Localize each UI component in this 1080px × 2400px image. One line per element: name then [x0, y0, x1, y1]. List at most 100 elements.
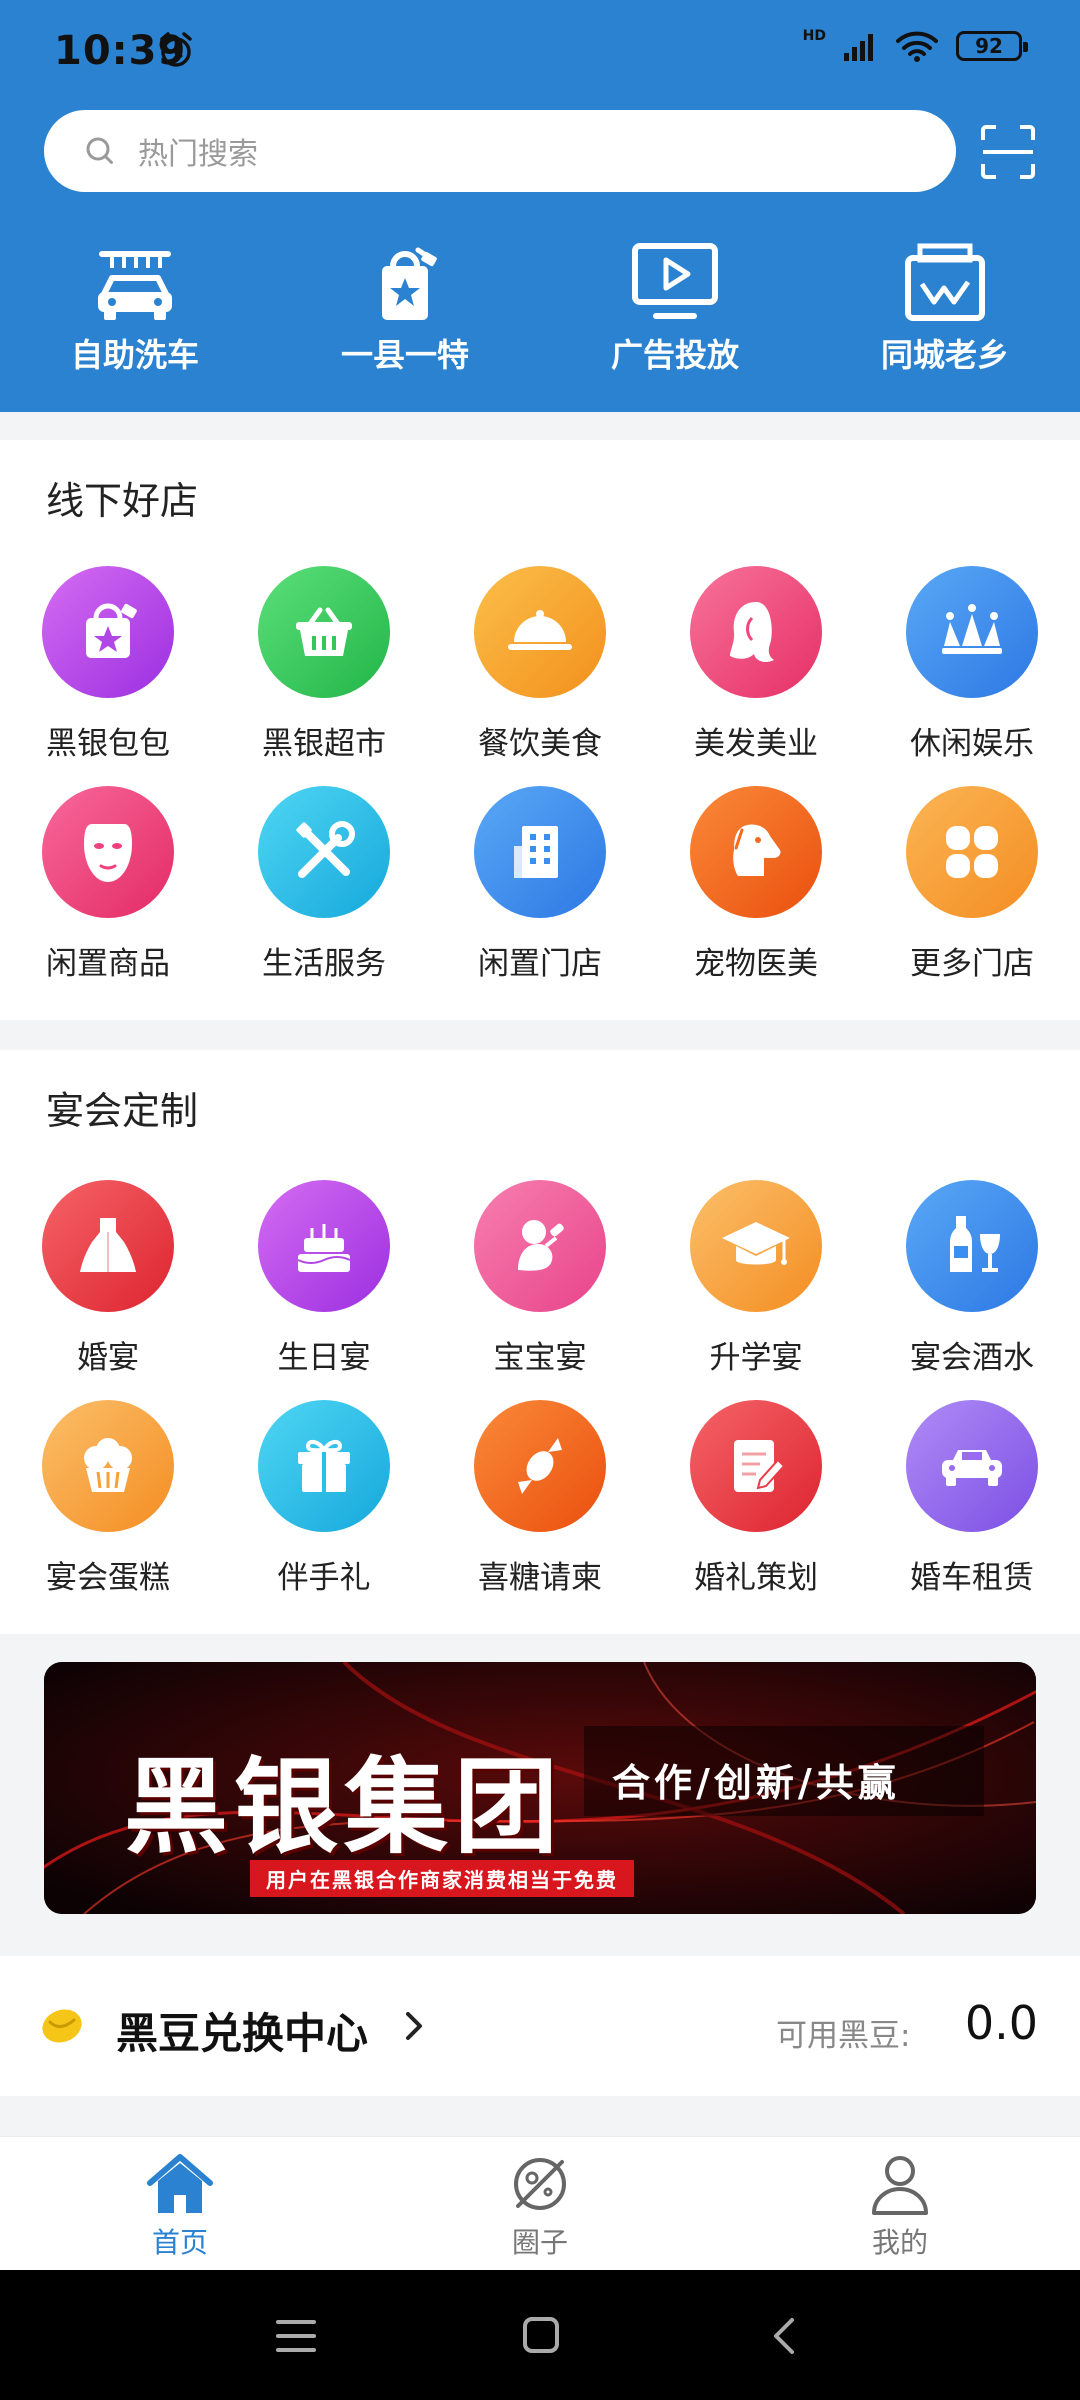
search-input[interactable]: 热门搜索	[44, 110, 956, 192]
food-cloche-icon	[474, 566, 606, 698]
store-category-supermarket[interactable]: 黑银超市	[216, 566, 432, 763]
tv-play-icon	[632, 243, 718, 319]
banner-title: 黑银集团	[124, 1745, 565, 1868]
wifi-icon	[896, 31, 938, 62]
car-icon	[906, 1400, 1038, 1532]
store-category-food[interactable]: 餐饮美食	[432, 566, 648, 763]
cell-label: 宝宝宴	[493, 1340, 587, 1376]
cell-label: 宠物医美	[694, 946, 818, 982]
chevron-right-icon	[406, 2012, 422, 2040]
signal-icon	[844, 34, 873, 61]
banquet-wedding-car[interactable]: 婚车租赁	[864, 1400, 1080, 1597]
quick-fellow-townsmen[interactable]: 同城老乡	[810, 240, 1080, 376]
store-category-idle-stores[interactable]: 闲置门店	[432, 786, 648, 983]
banquet-gifts[interactable]: 伴手礼	[216, 1400, 432, 1597]
banquet-section: 宴会定制 婚宴 生日宴 宝宝宴 升学宴 宴会酒水 宴会蛋糕 伴手礼 喜糖请柬 婚…	[0, 1050, 1080, 1634]
cell-label: 伴手礼	[277, 1560, 371, 1596]
store-category-pet-care[interactable]: 宠物医美	[648, 786, 864, 983]
back-icon[interactable]	[772, 2316, 796, 2356]
quick-label: 一县一特	[340, 336, 469, 374]
home-icon	[147, 2154, 213, 2213]
search-icon	[86, 137, 113, 164]
banquet-drinks[interactable]: 宴会酒水	[864, 1180, 1080, 1377]
tab-home[interactable]: 首页	[0, 2137, 360, 2270]
basket-icon	[258, 566, 390, 698]
cell-label: 婚礼策划	[694, 1560, 818, 1596]
banquet-baby[interactable]: 宝宝宴	[432, 1180, 648, 1377]
cell-label: 婚宴	[77, 1340, 139, 1376]
quick-car-wash[interactable]: 自助洗车	[0, 240, 270, 376]
quick-label: 自助洗车	[70, 336, 199, 374]
store-category-beauty[interactable]: 美发美业	[648, 566, 864, 763]
banquet-wedding[interactable]: 婚宴	[0, 1180, 216, 1377]
banner-slogan: 合作/创新/共赢	[612, 1760, 900, 1805]
store-category-more[interactable]: 更多门店	[864, 786, 1080, 983]
tab-me[interactable]: 我的	[720, 2137, 1080, 2270]
promo-banner[interactable]: 黑银集团 合作/创新/共赢 用户在黑银合作商家消费相当于免费	[44, 1662, 1036, 1914]
gift-icon	[258, 1400, 390, 1532]
offline-stores-row-2: 闲置商品 生活服务 闲置门店 宠物医美 更多门店	[0, 786, 1080, 983]
cupcake-icon	[42, 1400, 174, 1532]
points-title: 黑豆兑换中心	[116, 2009, 369, 2058]
cell-label: 黑银包包	[46, 726, 170, 762]
cell-label: 黑银超市	[262, 726, 386, 762]
store-category-second-hand-goods[interactable]: 闲置商品	[0, 786, 216, 983]
cell-label: 宴会酒水	[910, 1340, 1034, 1376]
tab-circle[interactable]: 圈子	[360, 2137, 720, 2270]
cell-label: 闲置门店	[478, 946, 602, 982]
building-icon	[474, 786, 606, 918]
quick-label: 广告投放	[610, 336, 739, 374]
cell-label: 休闲娱乐	[910, 726, 1034, 762]
plan-note-icon	[690, 1400, 822, 1532]
cell-label: 餐饮美食	[478, 726, 602, 762]
hair-icon	[690, 566, 822, 698]
cell-label: 生日宴	[277, 1340, 371, 1376]
store-category-life-services[interactable]: 生活服务	[216, 786, 432, 983]
map-icon	[905, 243, 985, 321]
home-square-icon[interactable]	[522, 2316, 560, 2354]
pet-icon	[690, 786, 822, 918]
status-bar: 10:39 HD 92	[0, 0, 1080, 100]
banquet-birthday[interactable]: 生日宴	[216, 1180, 432, 1377]
banquet-cake[interactable]: 宴会蛋糕	[0, 1400, 216, 1597]
quick-label: 同城老乡	[880, 336, 1009, 374]
cake-icon	[258, 1180, 390, 1312]
menu-icon[interactable]	[276, 2318, 316, 2354]
graduation-cap-icon	[690, 1180, 822, 1312]
mask-icon	[42, 786, 174, 918]
header: 10:39 HD 92 热门搜索 自助洗车 一县一特 广告投放 同城老乡	[0, 0, 1080, 412]
status-indicators: HD 92	[803, 28, 1028, 62]
cell-label: 宴会蛋糕	[46, 1560, 170, 1596]
points-available-label: 可用黑豆:	[776, 2018, 911, 2054]
store-category-entertainment[interactable]: 休闲娱乐	[864, 566, 1080, 763]
banquet-graduation[interactable]: 升学宴	[648, 1180, 864, 1377]
quick-local-specialty[interactable]: 一县一特	[270, 240, 540, 376]
tab-label: 首页	[151, 2226, 208, 2259]
wine-icon	[906, 1180, 1038, 1312]
more-icon	[906, 786, 1038, 918]
banquet-candy-invitation[interactable]: 喜糖请柬	[432, 1400, 648, 1597]
shopping-bag-star-icon	[382, 247, 437, 320]
cell-label: 婚车租赁	[910, 1560, 1034, 1596]
cell-label: 升学宴	[709, 1340, 803, 1376]
quick-actions: 自助洗车 一县一特 广告投放 同城老乡	[0, 240, 1080, 376]
wedding-dress-icon	[42, 1180, 174, 1312]
quick-advertising[interactable]: 广告投放	[540, 240, 810, 376]
bean-icon	[42, 2009, 82, 2043]
baby-icon	[474, 1180, 606, 1312]
banquet-wedding-planning[interactable]: 婚礼策划	[648, 1400, 864, 1597]
store-category-bags[interactable]: 黑银包包	[0, 566, 216, 763]
tab-label: 圈子	[511, 2226, 568, 2259]
candy-icon	[474, 1400, 606, 1532]
banquet-row-1: 婚宴 生日宴 宝宝宴 升学宴 宴会酒水	[0, 1180, 1080, 1377]
section-title: 宴会定制	[46, 1089, 199, 1133]
bag-icon	[42, 566, 174, 698]
banquet-row-2: 宴会蛋糕 伴手礼 喜糖请柬 婚礼策划 婚车租赁	[0, 1400, 1080, 1597]
planet-icon	[514, 2158, 566, 2210]
scan-icon[interactable]	[980, 124, 1036, 180]
section-title: 线下好店	[46, 479, 199, 523]
points-exchange-row[interactable]: 黑豆兑换中心 可用黑豆: 0.0	[0, 1956, 1080, 2096]
cell-label: 喜糖请柬	[478, 1560, 602, 1596]
cell-label: 生活服务	[262, 946, 386, 982]
search-placeholder: 热门搜索	[138, 137, 258, 172]
